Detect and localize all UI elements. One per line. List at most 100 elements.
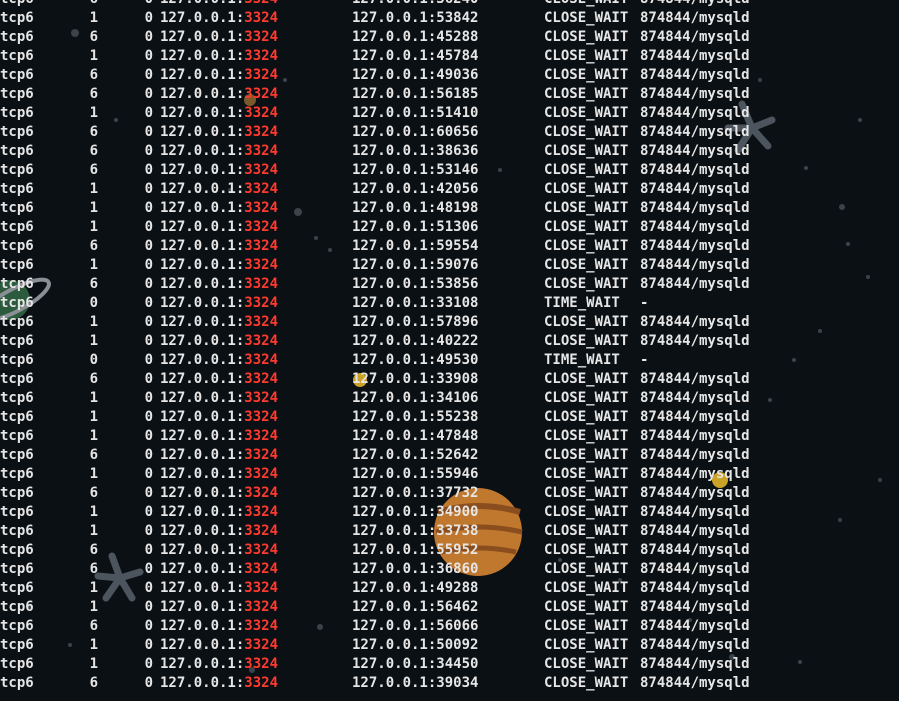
foreign-address-cell: 127.0.0.1:52642 [352,447,479,463]
table-row: tcp6 6 0 127.0.0.1:3324 127.0.0.1:52642 CLOSE… [0,446,899,465]
send-q-cell: 0 [144,656,153,672]
local-port-highlight: 3324 [244,314,279,330]
local-host: 127.0.0.1: [160,29,245,45]
pid-program-cell: 874844/mysqld [640,599,750,615]
local-port-highlight: 3324 [244,371,279,387]
table-row: tcp6 6 0 127.0.0.1:3324 127.0.0.1:36240 CLOSE… [0,0,899,9]
proto-cell: tcp6 [0,675,34,691]
recv-q-cell: 1 [89,48,98,64]
foreign-address-cell: 127.0.0.1:56462 [352,599,479,615]
state-cell: CLOSE_WAIT [544,181,629,197]
pid-program-cell: 874844/mysqld [640,29,750,45]
proto-cell: tcp6 [0,10,34,26]
recv-q-cell: 6 [89,143,98,159]
proto-cell: tcp6 [0,428,34,444]
foreign-address-cell: 127.0.0.1:59076 [352,257,479,273]
table-row: tcp6 1 0 127.0.0.1:3324 127.0.0.1:34900 CLOSE… [0,503,899,522]
proto-cell: tcp6 [0,86,34,102]
send-q-cell: 0 [144,238,153,254]
proto-cell: tcp6 [0,29,34,45]
proto-cell: tcp6 [0,409,34,425]
pid-program-cell: 874844/mysqld [640,542,750,558]
local-port-highlight: 3324 [244,162,279,178]
proto-cell: tcp6 [0,466,34,482]
foreign-address-cell: 127.0.0.1:57896 [352,314,479,330]
foreign-address-cell: 127.0.0.1:34106 [352,390,479,406]
send-q-cell: 0 [144,219,153,235]
local-port-highlight: 3324 [244,599,279,615]
state-cell: CLOSE_WAIT [544,257,629,273]
proto-cell: tcp6 [0,257,34,273]
pid-program-cell: 874844/mysqld [640,561,750,577]
state-cell: CLOSE_WAIT [544,542,629,558]
pid-program-cell: 874844/mysqld [640,504,750,520]
proto-cell: tcp6 [0,238,34,254]
state-cell: CLOSE_WAIT [544,428,629,444]
send-q-cell: 0 [144,428,153,444]
send-q-cell: 0 [144,10,153,26]
pid-program-cell: 874844/mysqld [640,10,750,26]
local-address-cell: 127.0.0.1:3324 [160,199,278,218]
local-port-highlight: 3324 [244,276,279,292]
local-host: 127.0.0.1: [160,675,245,691]
state-cell: CLOSE_WAIT [544,124,629,140]
pid-program-cell: 874844/mysqld [640,428,750,444]
send-q-cell: 0 [144,447,153,463]
local-address-cell: 127.0.0.1:3324 [160,180,278,199]
proto-cell: tcp6 [0,333,34,349]
foreign-address-cell: 127.0.0.1:53842 [352,10,479,26]
foreign-address-cell: 127.0.0.1:53856 [352,276,479,292]
proto-cell: tcp6 [0,352,34,368]
pid-program-cell: 874844/mysqld [640,86,750,102]
local-host: 127.0.0.1: [160,523,245,539]
local-host: 127.0.0.1: [160,390,245,406]
local-host: 127.0.0.1: [160,0,244,7]
local-address-cell: 127.0.0.1:3324 [160,85,278,104]
recv-q-cell: 1 [89,580,98,596]
terminal-window[interactable]: tcp660127.0.0.1:3324127.0.0.1:36240CLOSE… [0,0,899,701]
pid-program-cell: 874844/mysqld [640,200,750,216]
pid-program-cell: 874844/mysqld [640,257,750,273]
local-address-cell: 127.0.0.1:3324 [160,218,278,237]
recv-q-cell: 1 [89,200,98,216]
table-row: tcp6 1 0 127.0.0.1:3324 127.0.0.1:45784 CLOSE… [0,47,899,66]
pid-program-cell: 874844/mysqld [640,523,750,539]
local-address-cell: 127.0.0.1:3324 [160,256,278,275]
table-row: tcp6 0 0 127.0.0.1:3324 127.0.0.1:49530 TIME_… [0,351,899,370]
recv-q-cell: 1 [89,523,98,539]
recv-q-cell: 1 [89,599,98,615]
local-port-highlight: 3324 [244,447,279,463]
local-port-highlight: 3324 [244,409,279,425]
local-port-highlight: 3324 [244,561,279,577]
local-port-highlight: 3324 [244,105,279,121]
pid-program-cell: 874844/mysqld [640,371,750,387]
foreign-address-cell: 127.0.0.1:53146 [352,162,479,178]
table-row: tcp6 1 0 127.0.0.1:3324 127.0.0.1:48198 CLOSE… [0,199,899,218]
local-address-cell: 127.0.0.1:3324 [160,104,278,123]
local-address-cell: 127.0.0.1:3324 [160,579,278,598]
pid-program-cell: 874844/mysqld [640,618,750,634]
pid-program-cell: 874844/mysqld [640,181,750,197]
send-q-cell: 0 [144,181,153,197]
local-port-highlight: 3324 [244,238,279,254]
proto-cell: tcp6 [0,162,34,178]
pid-program-cell: 874844/mysqld [640,466,750,482]
recv-q-cell: 1 [89,504,98,520]
send-q-cell: 0 [144,466,153,482]
recv-q-cell: 6 [89,276,98,292]
local-port-highlight: 3324 [244,0,278,7]
local-host: 127.0.0.1: [160,276,245,292]
table-row: tcp6 1 0 127.0.0.1:3324 127.0.0.1:59076 CLOSE… [0,256,899,275]
local-address-cell: 127.0.0.1:3324 [160,66,278,85]
pid-program-cell: 874844/mysqld [640,447,750,463]
local-host: 127.0.0.1: [160,504,245,520]
foreign-address-cell: 127.0.0.1:56185 [352,86,479,102]
local-address-cell: 127.0.0.1:3324 [160,541,278,560]
state-cell: CLOSE_WAIT [544,0,628,9]
pid-program-cell: 874844/mysqld [640,675,750,691]
local-address-cell: 127.0.0.1:3324 [160,370,278,389]
local-address-cell: 127.0.0.1:3324 [160,408,278,427]
local-port-highlight: 3324 [244,29,279,45]
send-q-cell: 0 [144,200,153,216]
proto-cell: tcp6 [0,67,34,83]
